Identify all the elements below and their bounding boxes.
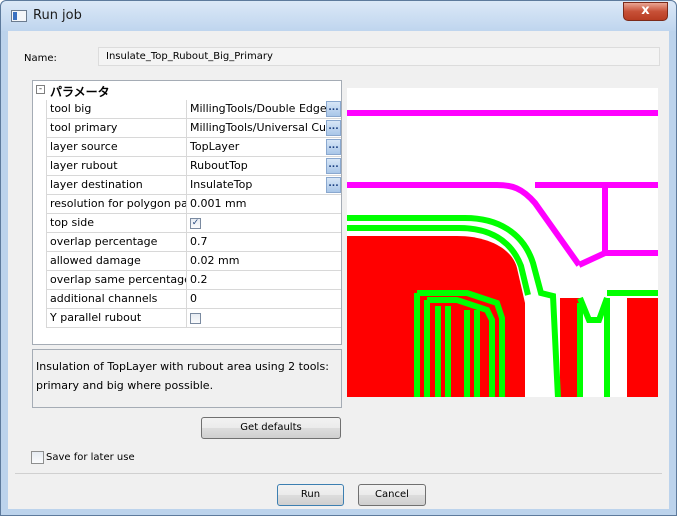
param-key: tool big: [46, 100, 187, 119]
run-button[interactable]: Run: [277, 484, 344, 506]
param-key: allowed damage: [46, 252, 187, 271]
param-value-overlap-same-percentage[interactable]: 0.2: [187, 271, 341, 290]
param-row-layer-rubout[interactable]: layer rubout RuboutTop...: [33, 157, 341, 176]
param-value-top-side[interactable]: ✓: [187, 214, 341, 233]
window-title: Run job: [33, 8, 82, 23]
collapse-icon[interactable]: -: [36, 85, 45, 94]
param-value-tool-primary[interactable]: MillingTools/Universal Cutter...: [187, 119, 341, 138]
cancel-button[interactable]: Cancel: [358, 484, 426, 506]
param-row-tool-big[interactable]: tool big MillingTools/Double Edge Tool..…: [33, 100, 341, 119]
param-key: overlap same percentage: [46, 271, 187, 290]
param-key: tool primary: [46, 119, 187, 138]
param-key: layer destination: [46, 176, 187, 195]
param-key: layer rubout: [46, 157, 187, 176]
param-row-top-side[interactable]: top side ✓: [33, 214, 341, 233]
title-bar[interactable]: Run job x: [1, 1, 676, 31]
close-button[interactable]: x: [623, 2, 668, 21]
browse-button[interactable]: ...: [326, 101, 341, 117]
save-for-later-checkbox[interactable]: [31, 451, 44, 464]
name-label: Name:: [24, 53, 57, 64]
browse-button[interactable]: ...: [326, 139, 341, 155]
param-row-additional-channels[interactable]: additional channels 0: [33, 290, 341, 309]
param-key: layer source: [46, 138, 187, 157]
param-row-tool-primary[interactable]: tool primary MillingTools/Universal Cutt…: [33, 119, 341, 138]
param-value-overlap-percentage[interactable]: 0.7: [187, 233, 341, 252]
param-row-allowed-damage[interactable]: allowed damage 0.02 mm: [33, 252, 341, 271]
get-defaults-button[interactable]: Get defaults: [201, 417, 341, 439]
param-value-allowed-damage[interactable]: 0.02 mm: [187, 252, 341, 271]
param-key: Y parallel rubout: [46, 309, 187, 328]
window-icon: [11, 10, 27, 22]
param-key: additional channels: [46, 290, 187, 309]
name-field: Insulate_Top_Rubout_Big_Primary: [98, 47, 660, 66]
param-row-y-parallel-rubout[interactable]: Y parallel rubout: [33, 309, 341, 328]
parameter-group-header[interactable]: - パラメータ: [33, 81, 341, 100]
parameter-grid: - パラメータ tool big MillingTools/Double Edg…: [32, 80, 342, 345]
browse-button[interactable]: ...: [326, 177, 341, 193]
param-key: overlap percentage: [46, 233, 187, 252]
save-for-later-label: Save for later use: [46, 452, 135, 463]
toolpath-preview: [347, 88, 658, 397]
param-value-layer-source[interactable]: TopLayer...: [187, 138, 341, 157]
param-value-layer-destination[interactable]: InsulateTop...: [187, 176, 341, 195]
param-value-additional-channels[interactable]: 0: [187, 290, 341, 309]
param-row-overlap-percentage[interactable]: overlap percentage 0.7: [33, 233, 341, 252]
browse-button[interactable]: ...: [326, 158, 341, 174]
y-parallel-rubout-checkbox[interactable]: [190, 313, 201, 324]
separator-line: [15, 473, 662, 474]
param-row-overlap-same-percentage[interactable]: overlap same percentage 0.2: [33, 271, 341, 290]
top-side-checkbox[interactable]: ✓: [190, 218, 201, 229]
param-row-resolution[interactable]: resolution for polygon parts 0.001 mm: [33, 195, 341, 214]
param-value-resolution[interactable]: 0.001 mm: [187, 195, 341, 214]
param-value-y-parallel-rubout[interactable]: [187, 309, 341, 328]
param-key: top side: [46, 214, 187, 233]
param-value-tool-big[interactable]: MillingTools/Double Edge Tool...: [187, 100, 341, 119]
parameter-group-title: パラメータ: [50, 85, 110, 99]
job-description: Insulation of TopLayer with rubout area …: [32, 349, 342, 408]
param-value-layer-rubout[interactable]: RuboutTop...: [187, 157, 341, 176]
browse-button[interactable]: ...: [326, 120, 341, 136]
param-row-layer-source[interactable]: layer source TopLayer...: [33, 138, 341, 157]
param-key: resolution for polygon parts: [46, 195, 187, 214]
param-row-layer-destination[interactable]: layer destination InsulateTop...: [33, 176, 341, 195]
